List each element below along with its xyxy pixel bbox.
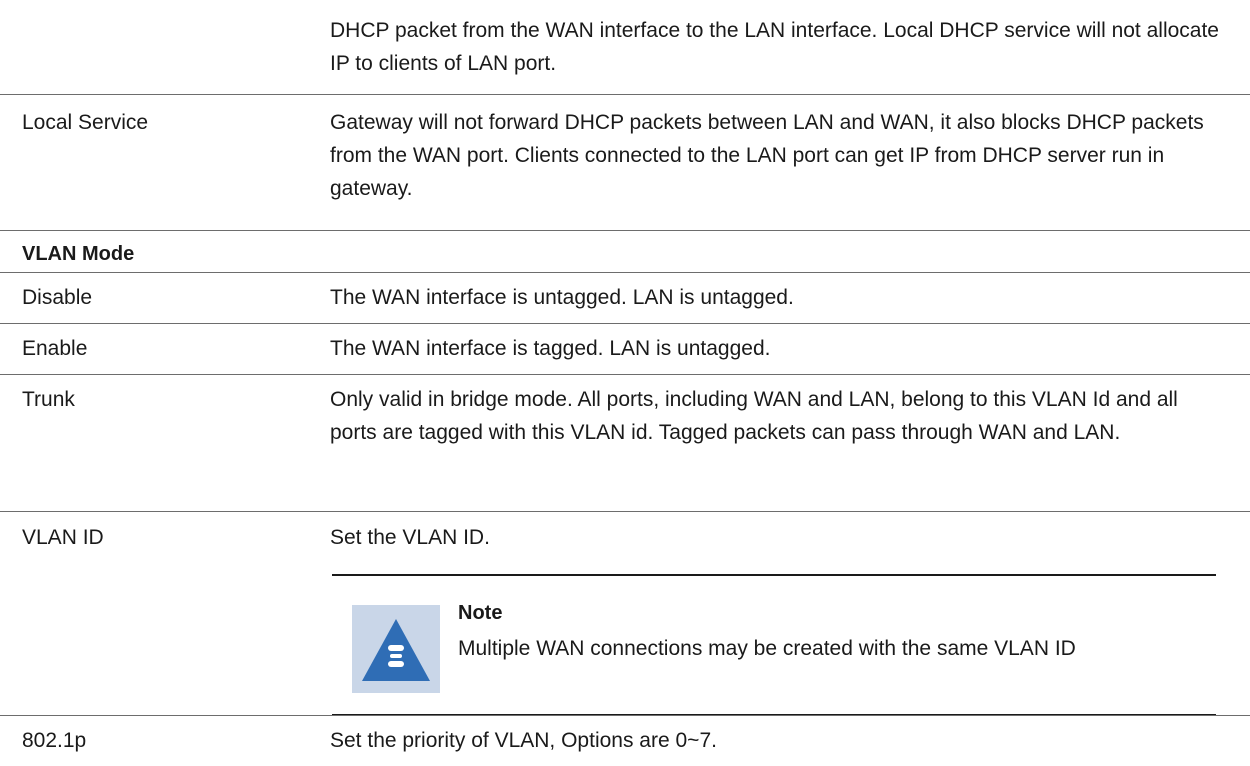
note-box: Note Multiple WAN connections may be cre… bbox=[332, 574, 1216, 716]
row-term: Trunk bbox=[22, 388, 75, 411]
section-heading: VLAN Mode bbox=[22, 243, 135, 265]
note-icon bbox=[352, 605, 440, 693]
row-description: The WAN interface is untagged. LAN is un… bbox=[330, 286, 794, 309]
table-row: Local Service Gateway will not forward D… bbox=[0, 95, 1250, 231]
table-row: VLAN ID Set the VLAN ID. Note Multiple W… bbox=[0, 512, 1250, 716]
row-term: Local Service bbox=[22, 111, 149, 134]
note-top-rule bbox=[332, 574, 1216, 576]
row-term: 802.1p bbox=[22, 729, 87, 752]
note-text: Multiple WAN connections may be created … bbox=[458, 637, 1076, 660]
table-row: Enable The WAN interface is tagged. LAN … bbox=[0, 324, 1250, 374]
row-description: DHCP packet from the WAN interface to th… bbox=[330, 19, 1219, 75]
row-term: Disable bbox=[22, 286, 93, 309]
section-header-row: VLAN Mode bbox=[0, 231, 1250, 272]
row-description: The WAN interface is tagged. LAN is unta… bbox=[330, 337, 771, 360]
table-row: Disable The WAN interface is untagged. L… bbox=[0, 273, 1250, 323]
row-description: Set the VLAN ID. bbox=[330, 526, 490, 549]
table-row: 802.1p Set the priority of VLAN, Options… bbox=[0, 716, 1250, 766]
table-row: Trunk Only valid in bridge mode. All por… bbox=[0, 375, 1250, 511]
row-description: Set the priority of VLAN, Options are 0~… bbox=[330, 729, 717, 752]
table-row: DHCP packet from the WAN interface to th… bbox=[0, 0, 1250, 94]
row-description: Gateway will not forward DHCP packets be… bbox=[330, 111, 1204, 200]
note-title: Note bbox=[458, 602, 503, 624]
row-term: VLAN ID bbox=[22, 526, 104, 549]
row-term: Enable bbox=[22, 337, 88, 360]
row-description: Only valid in bridge mode. All ports, in… bbox=[330, 388, 1178, 444]
